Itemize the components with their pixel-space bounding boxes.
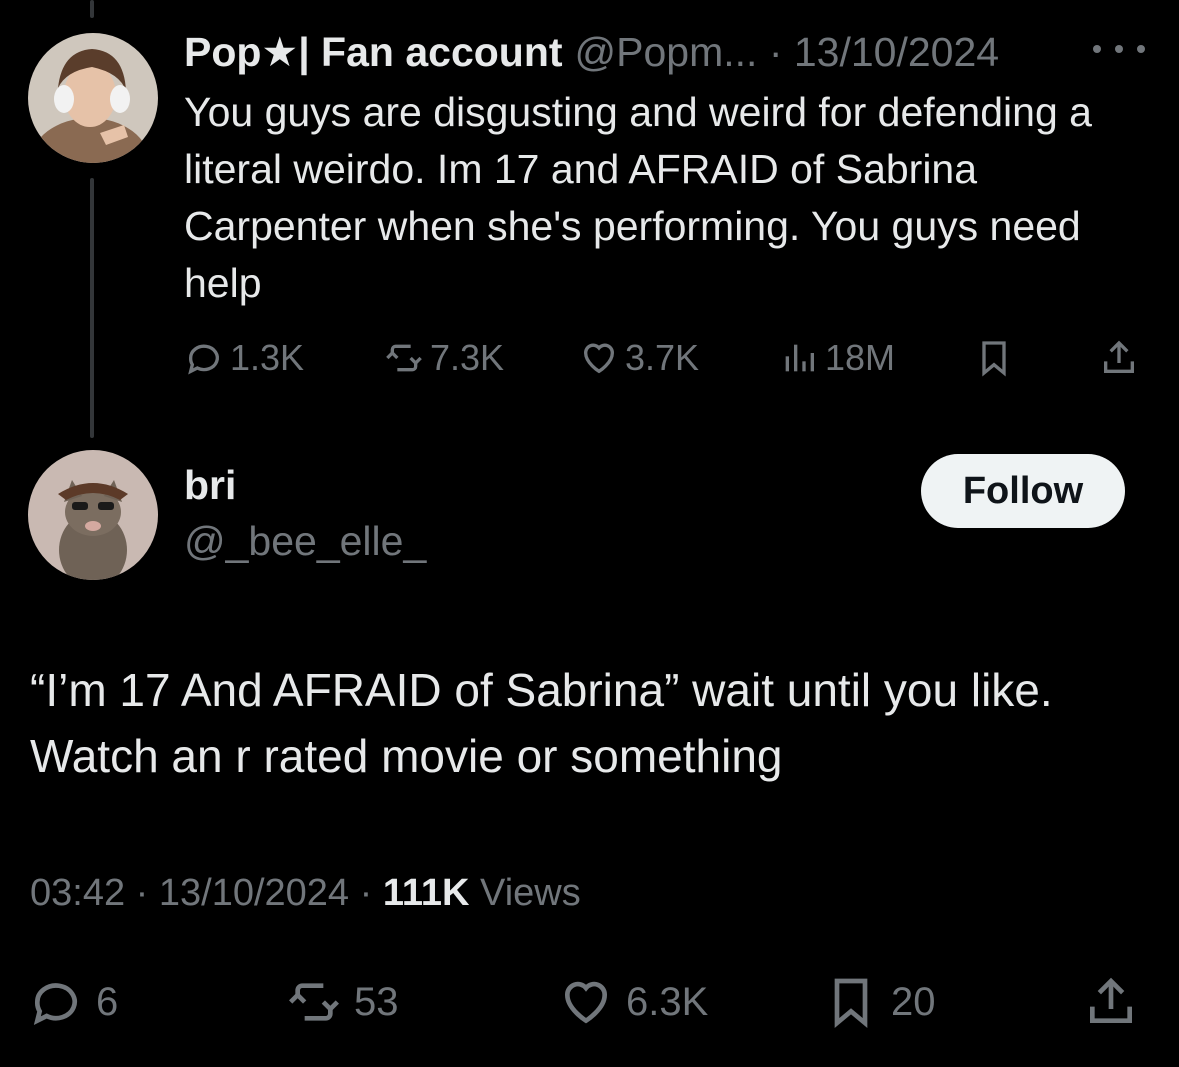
parent-reply-button[interactable]: 1.3K [184,330,304,386]
bookmark-icon [982,341,1006,377]
parent-like-button[interactable]: 3.7K [579,330,699,386]
reply-views-label: Views [469,872,581,914]
parent-views-button[interactable]: 18M [779,330,895,386]
reply-share-button[interactable] [1083,970,1151,1034]
reply-like-button[interactable]: 6.3K [558,970,708,1034]
more-icon[interactable] [1089,34,1149,64]
parent-tweet-header: Pop★| Fan account @Popm... · 13/10/2024 [184,24,1149,80]
reply-meta: 03:42 · 13/10/2024 · 111K Views [30,872,581,915]
parent-repost-count: 7.3K [430,337,505,378]
parent-reply-count: 1.3K [230,337,305,378]
follow-button[interactable]: Follow [921,454,1125,528]
share-icon [1090,977,1132,1023]
reply-repost-button[interactable]: 53 [286,970,399,1034]
reply-timestamp[interactable]: 03:42 · 13/10/2024 · [30,872,383,914]
parent-display-name[interactable]: Pop★| Fan account [184,28,563,76]
reply-tweet-text: “I’m 17 And AFRAID of Sabrina” wait unti… [30,664,1053,782]
reply-icon [33,983,77,1026]
reply-handle[interactable]: @_bee_elle_ [184,518,426,565]
thread-line-top [90,0,94,18]
like-icon [565,981,607,1024]
parent-avatar[interactable] [28,33,158,163]
parent-repost-button[interactable]: 7.3K [384,330,504,386]
share-icon [1104,340,1134,373]
reply-display-name[interactable]: bri [184,462,236,509]
parent-like-count: 3.7K [625,337,700,378]
parent-share-button[interactable] [1099,330,1145,386]
reply-repost-count: 53 [354,979,399,1024]
like-icon [584,343,614,374]
reply-icon [188,344,219,375]
reply-views-count: 111K [382,872,470,914]
parent-views-count: 18M [825,337,896,378]
reply-like-count: 6.3K [626,979,709,1024]
repost-icon [386,344,422,372]
reply-bookmark-button[interactable]: 20 [823,970,936,1034]
reply-avatar[interactable] [28,450,158,580]
repost-icon [289,983,339,1021]
parent-handle-date[interactable]: @Popm... · 13/10/2024 [575,29,1000,76]
reply-reply-button[interactable]: 6 [28,970,118,1034]
reply-action-bar: 6 53 6.3K 20 [28,970,1148,1034]
thread-connector-line [90,178,94,438]
bookmark-icon [834,978,868,1028]
views-icon [785,344,814,372]
parent-tweet-text: You guys are disgusting and weird for de… [184,89,1092,306]
parent-action-bar: 1.3K 7.3K 3.7K 18M [184,330,1149,386]
parent-bookmark-button[interactable] [974,330,1020,386]
reply-bookmark-count: 20 [891,979,936,1024]
reply-reply-count: 6 [96,979,119,1024]
